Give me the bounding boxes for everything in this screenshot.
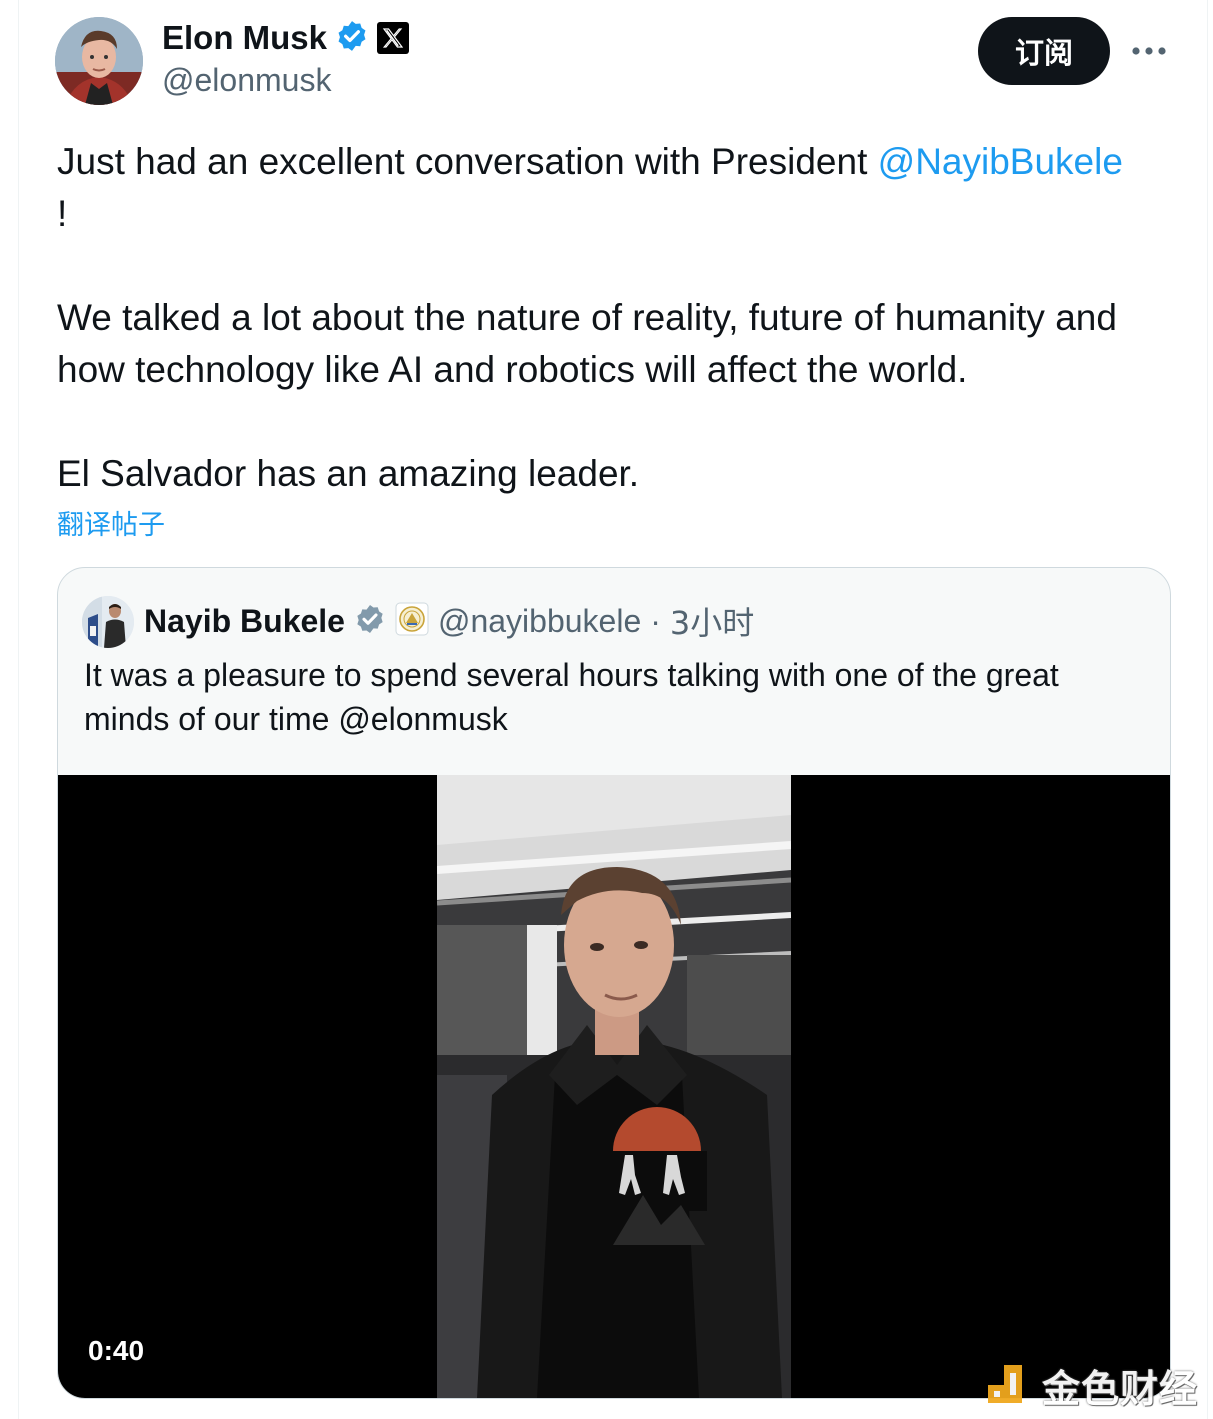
watermark-text: 金色财经 [1042, 1366, 1199, 1411]
author-name[interactable]: Elon Musk [162, 19, 327, 57]
tweet-paragraph-2: We talked a lot about the nature of real… [57, 297, 1117, 390]
quoted-header: Nayib Bukele @nayibbukele · 3小时 [144, 598, 754, 644]
quoted-author-handle[interactable]: @nayibbukele [438, 603, 641, 640]
quoted-author-avatar[interactable] [82, 596, 134, 648]
more-horizontal-icon[interactable] [1128, 34, 1170, 68]
tweet-text: Just had an excellent conversation with … [57, 136, 1177, 500]
tweet-text-intro: Just had an excellent conversation with … [57, 141, 878, 182]
mention-link[interactable]: @NayibBukele [878, 141, 1123, 182]
author-handle[interactable]: @elonmusk [162, 62, 331, 99]
video-thumbnail [437, 775, 791, 1398]
verified-badge-icon[interactable] [335, 19, 369, 58]
watermark-logo-icon [986, 1361, 1032, 1410]
quoted-timestamp[interactable]: 3小时 [670, 598, 754, 644]
quoted-separator: · [650, 602, 661, 639]
quoted-tweet[interactable]: Nayib Bukele @nayibbukele · 3小时 It was a… [57, 567, 1171, 1399]
quoted-verified-badge-icon[interactable] [354, 603, 386, 640]
translate-post-link[interactable]: 翻译帖子 [57, 503, 165, 542]
video-duration: 0:40 [88, 1335, 145, 1366]
quoted-text: It was a pleasure to spend several hours… [84, 657, 1059, 737]
x-logo-icon[interactable] [377, 22, 410, 54]
author-avatar[interactable] [55, 17, 143, 105]
subscribe-button[interactable]: 订阅 [978, 17, 1110, 85]
tweet-text-exclaim: ! [57, 193, 68, 234]
video-player[interactable]: 0:40 [58, 775, 1170, 1398]
author-name-row: Elon Musk [162, 18, 410, 58]
government-seal-icon[interactable] [395, 602, 429, 641]
tweet-paragraph-3: El Salvador has an amazing leader. [57, 453, 640, 494]
watermark: 金色财经 [986, 1360, 1199, 1411]
quoted-author-name[interactable]: Nayib Bukele [144, 603, 345, 640]
